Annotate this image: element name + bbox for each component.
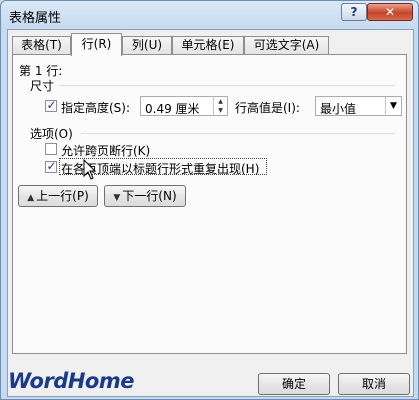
table-properties-dialog: 表格属性 ? ✕ 表格(T) 行(R) 列(U) 单元格(E) 可选文字(A) … — [0, 0, 419, 400]
specify-height-checkbox[interactable]: ✓ — [45, 98, 57, 112]
tab-row[interactable]: 行(R) — [71, 33, 122, 56]
size-group-divider — [59, 85, 395, 86]
row-height-mode-select[interactable]: 最小值 ▼ — [315, 96, 402, 116]
next-row-label: 下一行(N) — [122, 189, 177, 203]
close-icon: ✕ — [384, 5, 396, 19]
options-group-divider — [81, 133, 395, 134]
cancel-button[interactable]: 取消 — [338, 373, 410, 395]
dialog-body: 表格(T) 行(R) 列(U) 单元格(E) 可选文字(A) 第 1 行: 尺寸… — [7, 29, 414, 397]
window-title: 表格属性 — [9, 11, 62, 26]
ok-button[interactable]: 确定 — [258, 373, 330, 395]
previous-row-button[interactable]: ▲ 上一行(P) — [18, 185, 98, 207]
allow-row-break-label: 允许跨页断行(K) — [61, 144, 151, 158]
row-tab-panel: 第 1 行: 尺寸 ✓ 指定高度(S): 0.49 厘米 ▲ ▼ 行高值是(I)… — [12, 54, 407, 354]
previous-row-label: 上一行(P) — [36, 189, 89, 203]
mouse-cursor-icon — [83, 159, 97, 180]
height-spinner[interactable]: 0.49 厘米 ▲ ▼ — [140, 96, 228, 116]
options-group-label: 选项(O) — [30, 127, 73, 141]
help-button[interactable]: ? — [341, 3, 367, 21]
row-height-is-label: 行高值是(I): — [235, 101, 300, 115]
spinner-icon[interactable]: ▲ ▼ — [213, 97, 227, 115]
dropdown-arrow-icon[interactable]: ▼ — [385, 97, 401, 115]
allow-row-break-checkbox[interactable] — [45, 143, 57, 155]
close-button[interactable]: ✕ — [367, 3, 413, 21]
help-icon: ? — [350, 5, 358, 19]
row-height-mode-value: 最小值 — [320, 102, 357, 116]
tab-table[interactable]: 表格(T) — [12, 36, 71, 55]
up-triangle-icon: ▲ — [27, 193, 35, 203]
tab-alt-text[interactable]: 可选文字(A) — [244, 36, 329, 55]
size-group-label: 尺寸 — [30, 79, 55, 93]
checkmark-icon: ✓ — [46, 159, 57, 173]
wordhome-watermark: WordHome — [8, 369, 134, 393]
spin-up-button[interactable]: ▲ — [214, 97, 227, 106]
down-triangle-icon: ▼ — [113, 193, 121, 203]
spin-down-button[interactable]: ▼ — [214, 106, 227, 115]
height-value: 0.49 厘米 — [145, 102, 200, 116]
checkmark-icon: ✓ — [46, 98, 57, 112]
tab-cell[interactable]: 单元格(E) — [172, 36, 244, 55]
repeat-header-checkbox[interactable]: ✓ — [45, 159, 57, 173]
specify-height-label: 指定高度(S): — [61, 101, 131, 115]
titlebar[interactable]: 表格属性 ? ✕ — [1, 1, 418, 29]
tab-column[interactable]: 列(U) — [122, 36, 172, 55]
next-row-button[interactable]: ▼ 下一行(N) — [104, 185, 186, 207]
